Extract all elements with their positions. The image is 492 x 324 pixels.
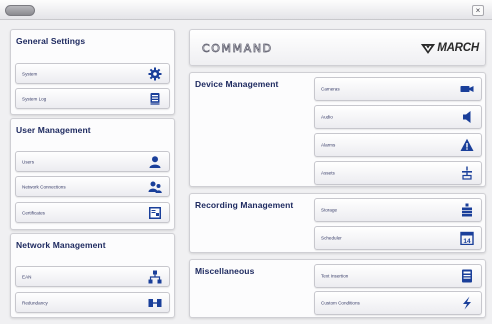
users-icon bbox=[148, 180, 162, 194]
brand-logo-text: MARCH bbox=[437, 42, 479, 54]
recording-management-panel: Recording Management Storage Scheduler 1… bbox=[189, 193, 486, 253]
camera-icon bbox=[460, 82, 474, 96]
cameras-button-label: Cameras bbox=[321, 86, 340, 92]
custom-conditions-button-label: Custom Conditions bbox=[321, 300, 360, 306]
speaker-icon bbox=[460, 110, 474, 124]
certificates-button-label: Certificates bbox=[22, 210, 45, 215]
user-management-panel: User Management Users Network Connection… bbox=[10, 118, 175, 230]
network-connections-button-label: Network Connections bbox=[22, 184, 66, 189]
calendar-day: 14 bbox=[463, 238, 471, 245]
users-button[interactable]: Users bbox=[15, 151, 170, 172]
miscellaneous-title: Miscellaneous bbox=[195, 266, 255, 276]
assets-button-label: Assets bbox=[321, 170, 335, 176]
redundancy-button[interactable]: Redundancy bbox=[15, 292, 170, 313]
calendar-icon: 14 bbox=[460, 231, 474, 245]
scheduler-button[interactable]: Scheduler 14 bbox=[314, 226, 482, 250]
asset-icon bbox=[460, 166, 474, 180]
network-management-title: Network Management bbox=[16, 240, 106, 250]
system-log-button-label: System Log bbox=[22, 96, 47, 101]
network-management-panel: Network Management EAN Redundancy bbox=[10, 233, 175, 318]
recording-management-title: Recording Management bbox=[195, 200, 294, 210]
device-management-title: Device Management bbox=[195, 79, 279, 89]
general-settings-panel: General Settings System System Log bbox=[10, 29, 175, 115]
app-logo: COMMAND bbox=[202, 42, 273, 56]
scheduler-button-label: Scheduler bbox=[321, 235, 342, 241]
network-icon bbox=[148, 270, 162, 284]
storage-button[interactable]: Storage bbox=[314, 198, 482, 222]
user-management-title: User Management bbox=[16, 125, 91, 135]
close-icon[interactable]: × bbox=[472, 5, 484, 16]
document-icon bbox=[148, 92, 162, 106]
header-panel: COMMAND MARCH bbox=[189, 29, 486, 66]
text-insertion-icon bbox=[460, 269, 474, 283]
audio-button[interactable]: Audio bbox=[314, 105, 482, 129]
brand-logo: MARCH bbox=[420, 41, 479, 55]
menu-toggle-button[interactable] bbox=[5, 5, 35, 16]
ean-button-label: EAN bbox=[22, 274, 32, 279]
gear-icon bbox=[148, 67, 162, 81]
system-button-label: System bbox=[22, 71, 38, 76]
redundancy-icon bbox=[148, 296, 162, 310]
ean-button[interactable]: EAN bbox=[15, 266, 170, 287]
storage-icon bbox=[460, 203, 474, 217]
assets-button[interactable]: Assets bbox=[314, 161, 482, 185]
system-log-button[interactable]: System Log bbox=[15, 88, 170, 109]
top-bar: × bbox=[0, 0, 492, 20]
storage-button-label: Storage bbox=[321, 207, 338, 213]
text-insertion-button-label: Text Insertion bbox=[321, 273, 349, 279]
general-settings-title: General Settings bbox=[16, 36, 86, 46]
cameras-button[interactable]: Cameras bbox=[314, 77, 482, 101]
user-icon bbox=[148, 155, 162, 169]
brand-logo-icon bbox=[421, 43, 436, 54]
text-insertion-button[interactable]: Text Insertion bbox=[314, 264, 482, 288]
custom-conditions-button[interactable]: Custom Conditions bbox=[314, 291, 482, 315]
certificate-icon bbox=[148, 206, 162, 220]
warning-icon bbox=[460, 138, 474, 152]
system-button[interactable]: System bbox=[15, 63, 170, 84]
alarms-button-label: Alarms bbox=[321, 142, 336, 148]
users-button-label: Users bbox=[22, 159, 34, 164]
device-management-panel: Device Management Cameras Audio Alarms A… bbox=[189, 72, 486, 187]
redundancy-button-label: Redundancy bbox=[22, 300, 48, 305]
audio-button-label: Audio bbox=[321, 114, 333, 120]
lightning-icon bbox=[460, 296, 474, 310]
miscellaneous-panel: Miscellaneous Text Insertion Custom Cond… bbox=[189, 259, 486, 318]
alarms-button[interactable]: Alarms bbox=[314, 133, 482, 157]
certificates-button[interactable]: Certificates bbox=[15, 202, 170, 223]
network-connections-button[interactable]: Network Connections bbox=[15, 176, 170, 197]
